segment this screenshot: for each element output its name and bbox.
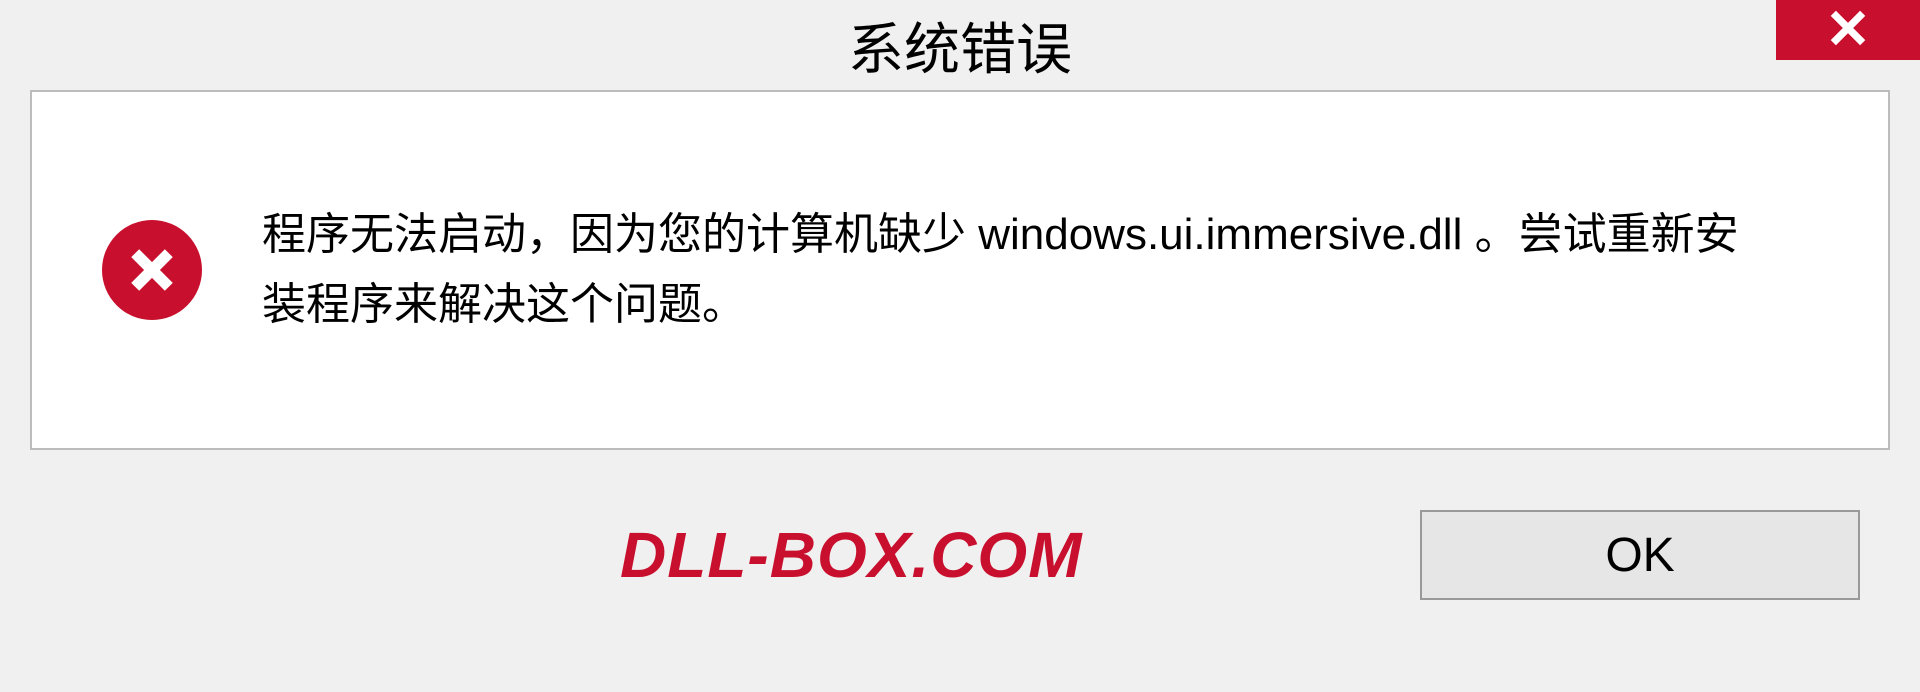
error-message: 程序无法启动，因为您的计算机缺少 windows.ui.immersive.dl… — [262, 200, 1762, 341]
ok-button[interactable]: OK — [1420, 510, 1860, 600]
dialog-content: 程序无法启动，因为您的计算机缺少 windows.ui.immersive.dl… — [30, 90, 1890, 450]
close-button[interactable] — [1776, 0, 1920, 60]
error-icon — [102, 220, 202, 320]
dialog-footer: DLL-BOX.COM OK — [0, 480, 1920, 630]
close-icon — [1827, 7, 1869, 54]
ok-button-label: OK — [1605, 528, 1674, 583]
dialog-title: 系统错误 — [848, 5, 1072, 86]
watermark-text: DLL-BOX.COM — [620, 518, 1083, 592]
titlebar: 系统错误 — [0, 0, 1920, 90]
